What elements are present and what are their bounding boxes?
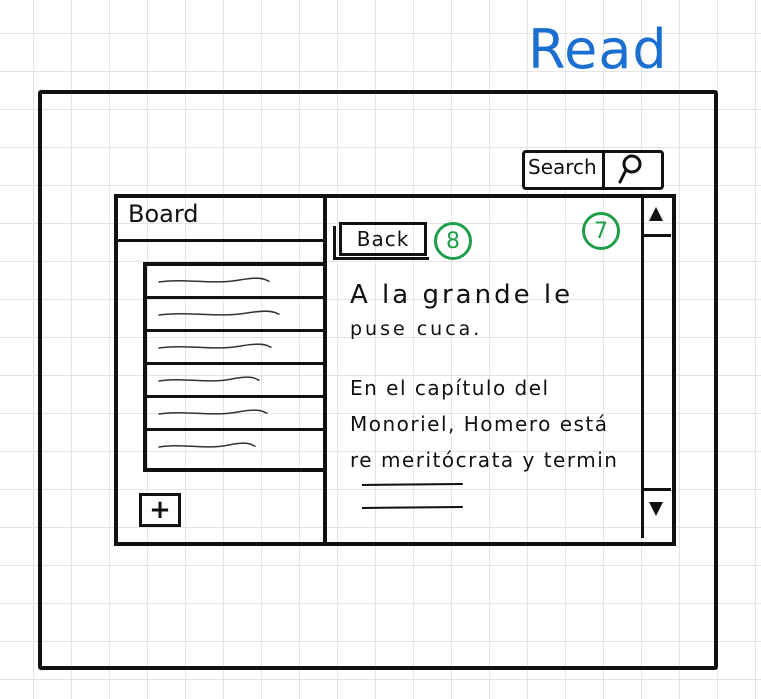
add-button[interactable]: + bbox=[139, 493, 181, 527]
step-badge: 8 bbox=[434, 222, 472, 260]
back-button-shadow bbox=[333, 226, 336, 260]
step-badge: 7 bbox=[582, 212, 620, 250]
content-line: A la grande le bbox=[350, 280, 574, 310]
triangle-down-icon[interactable] bbox=[648, 500, 664, 522]
board-title: Board bbox=[128, 200, 199, 228]
magnifier-icon[interactable] bbox=[612, 152, 648, 186]
board-list-item[interactable] bbox=[147, 365, 327, 398]
board-list-item[interactable] bbox=[147, 431, 327, 464]
board-list-item[interactable] bbox=[147, 398, 327, 431]
scrollbar[interactable] bbox=[641, 198, 671, 538]
search-divider bbox=[602, 150, 605, 187]
scrollbar-cap bbox=[641, 488, 671, 491]
content-line: re meritócrata y termin bbox=[350, 448, 619, 472]
back-button[interactable]: Back bbox=[339, 222, 427, 256]
search-label[interactable]: Search bbox=[528, 155, 597, 179]
board-list-item[interactable] bbox=[147, 266, 327, 299]
placeholder-text-line bbox=[361, 474, 466, 493]
placeholder-text-line bbox=[361, 496, 466, 515]
content-line: En el capítulo del bbox=[350, 376, 550, 400]
content-line: puse cuca. bbox=[350, 318, 483, 340]
scrollbar-cap bbox=[641, 234, 671, 237]
triangle-up-icon[interactable] bbox=[648, 205, 664, 227]
page-title: Read bbox=[528, 18, 668, 81]
board-list-item[interactable] bbox=[147, 299, 327, 332]
board-list-item[interactable] bbox=[147, 332, 327, 365]
back-button-shadow bbox=[333, 257, 429, 260]
board-title-underline bbox=[118, 239, 323, 242]
content-line: Monoriel, Homero está bbox=[350, 412, 609, 436]
